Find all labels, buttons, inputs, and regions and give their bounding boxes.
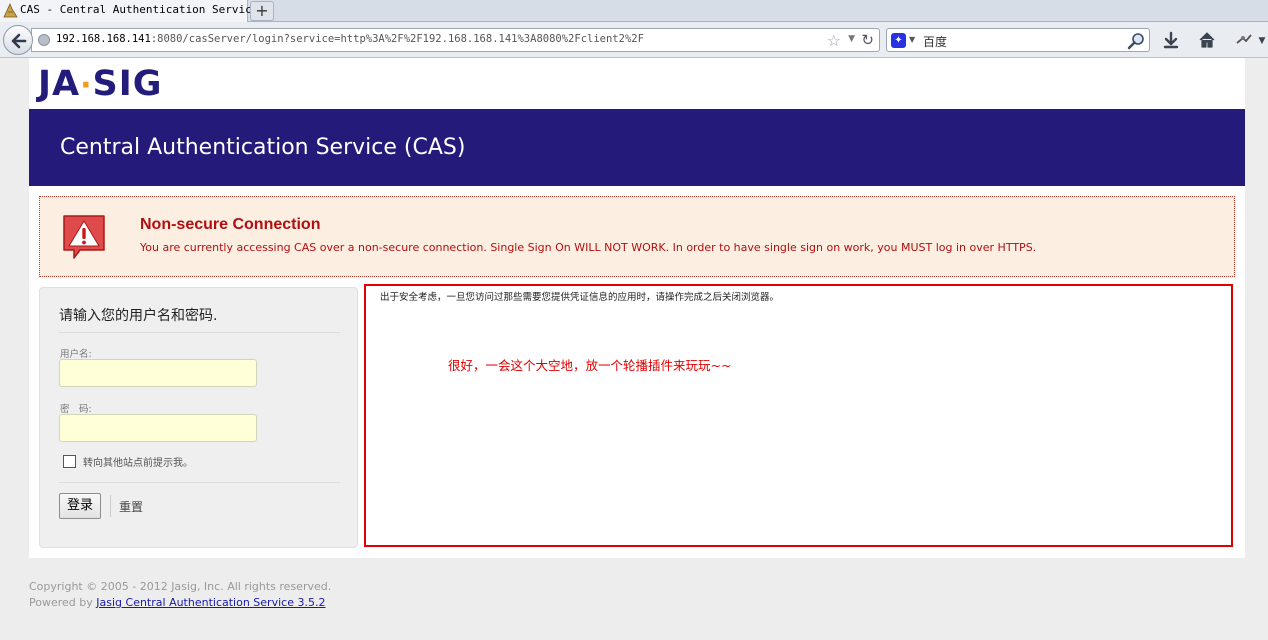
back-arrow-icon [11, 33, 27, 49]
login-form: 请输入您的用户名和密码. 用户名: 密 码: 转向其他站点前提示我。 登录 重置 [39, 287, 358, 548]
warning-title: Non-secure Connection [140, 216, 321, 233]
engine-dropdown-icon[interactable]: ▼ [909, 35, 915, 44]
security-notice: 出于安全考虑，一旦您访问过那些需要您提供凭证信息的应用时，请操作完成之后关闭浏览… [380, 292, 780, 303]
warn-checkbox[interactable] [63, 455, 76, 468]
reload-icon[interactable]: ↻ [861, 31, 874, 49]
header-banner: Central Authentication Service (CAS) [29, 109, 1245, 186]
non-secure-warning: Non-secure Connection You are currently … [39, 196, 1235, 277]
reset-link[interactable]: 重置 [119, 498, 143, 515]
history-dropdown-icon[interactable]: ▼ [848, 34, 855, 44]
cas-version-link[interactable]: Jasig Central Authentication Service 3.5… [96, 596, 325, 609]
page-title: Central Authentication Service (CAS) [60, 135, 466, 160]
home-icon[interactable] [1197, 31, 1217, 51]
powered-by-prefix: Powered by [29, 596, 97, 609]
logo-text-left: JA [38, 64, 81, 104]
address-bar[interactable]: 192.168.168.141:8080/casServer/login?ser… [31, 28, 880, 52]
divider [59, 482, 340, 483]
password-input[interactable] [59, 414, 257, 442]
addon-icon[interactable] [1234, 31, 1254, 51]
cas-page: JA·SIG Central Authentication Service (C… [29, 58, 1245, 558]
page-footer: Copyright © 2005 - 2012 Jasig, Inc. All … [29, 579, 331, 611]
button-separator [110, 495, 111, 517]
logo-dot: · [80, 68, 93, 103]
username-input[interactable] [59, 359, 257, 387]
username-label: 用户名: [60, 349, 92, 360]
back-button[interactable] [3, 25, 33, 55]
url-path: :8080/casServer/login?service=http%3A%2F… [150, 33, 644, 45]
cas-favicon-icon [3, 3, 18, 18]
login-submit-button[interactable]: 登录 [59, 493, 101, 519]
navigation-toolbar: 192.168.168.141:8080/casServer/login?ser… [0, 22, 1268, 58]
warn-checkbox-label[interactable]: 转向其他站点前提示我。 [83, 454, 193, 469]
warning-triangle-icon [63, 215, 105, 259]
search-bar[interactable]: ✦ ▼ 百度 [886, 28, 1150, 52]
tab-strip: CAS - Central Authentication Service + [0, 0, 1268, 22]
baidu-engine-icon[interactable]: ✦ [891, 33, 906, 48]
password-label: 密 码: [60, 404, 92, 415]
jasig-logo[interactable]: JA·SIG [38, 64, 163, 104]
browser-tab-active[interactable]: CAS - Central Authentication Service [0, 0, 258, 22]
carousel-placeholder-remark: 很好，一会这个大空地，放一个轮播插件来玩玩~~ [448, 358, 732, 373]
login-heading: 请输入您的用户名和密码. [59, 308, 218, 324]
download-icon[interactable] [1161, 31, 1181, 51]
search-magnifier-icon[interactable] [1127, 32, 1145, 50]
copyright-text: Copyright © 2005 - 2012 Jasig, Inc. All … [29, 580, 332, 593]
tab-title: CAS - Central Authentication Service [20, 3, 259, 16]
info-panel: 出于安全考虑，一旦您访问过那些需要您提供凭证信息的应用时，请操作完成之后关闭浏览… [364, 284, 1233, 547]
bookmark-star-icon[interactable]: ☆ [827, 31, 841, 50]
divider [59, 332, 340, 333]
menu-dropdown-icon[interactable]: ▼ [1256, 31, 1268, 51]
search-engine-name: 百度 [923, 35, 948, 49]
new-tab-button[interactable]: + [250, 1, 274, 21]
logo-text-right: SIG [92, 64, 163, 104]
globe-icon [38, 34, 50, 46]
url-host: 192.168.168.141 [56, 33, 151, 45]
warning-message: You are currently accessing CAS over a n… [140, 241, 1037, 254]
address-url[interactable]: 192.168.168.141:8080/casServer/login?ser… [56, 33, 644, 45]
powered-by: Powered by Jasig Central Authentication … [29, 595, 331, 611]
